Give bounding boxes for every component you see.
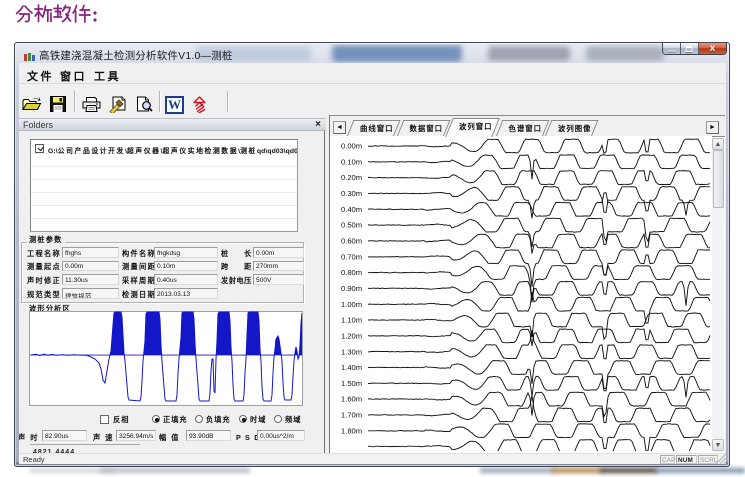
svg-text:1.80m: 1.80m: [341, 426, 362, 435]
svg-text:1.40m: 1.40m: [341, 363, 362, 372]
svg-text:1.20m: 1.20m: [341, 331, 362, 340]
svg-text:0.30m: 0.30m: [341, 189, 362, 198]
svg-text:0.50m: 0.50m: [341, 221, 362, 230]
svg-text:1.10m: 1.10m: [341, 316, 362, 325]
svg-text:1.60m: 1.60m: [341, 395, 362, 404]
svg-text:0.40m: 0.40m: [341, 205, 362, 214]
svg-text:0.10m: 0.10m: [341, 157, 362, 166]
svg-text:0.90m: 0.90m: [341, 284, 362, 293]
svg-text:1.70m: 1.70m: [341, 411, 362, 420]
svg-text:0.70m: 0.70m: [341, 252, 362, 261]
svg-text:1.50m: 1.50m: [341, 379, 362, 388]
svg-text:0.60m: 0.60m: [341, 237, 362, 246]
svg-text:0.20m: 0.20m: [341, 173, 362, 182]
svg-text:0.00m: 0.00m: [341, 142, 362, 151]
svg-text:0.80m: 0.80m: [341, 268, 362, 277]
svg-text:1.30m: 1.30m: [341, 347, 362, 356]
svg-text:1.00m: 1.00m: [341, 300, 362, 309]
